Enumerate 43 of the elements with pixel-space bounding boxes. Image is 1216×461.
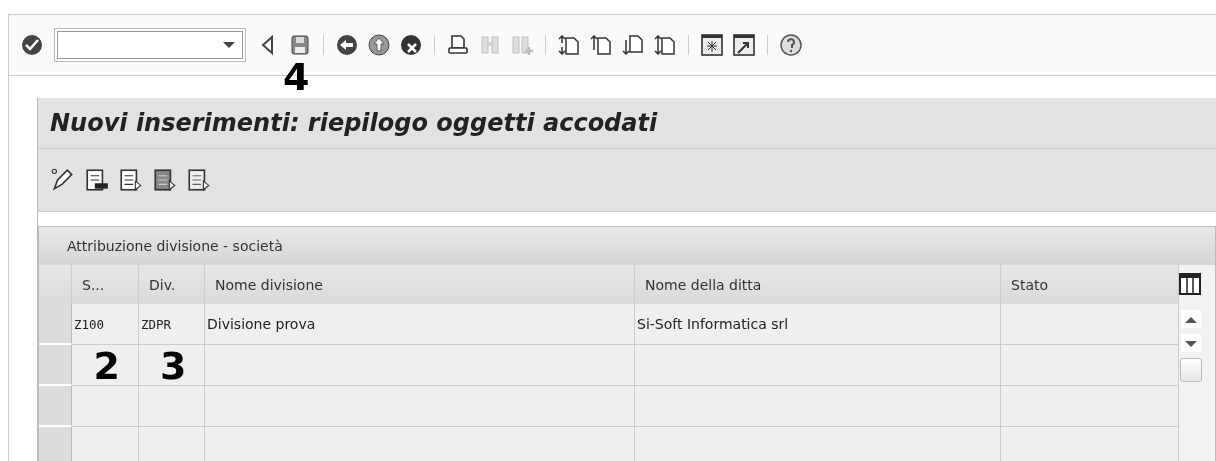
column-header[interactable]: Div. [139,265,205,304]
up-arrow-circle-button[interactable] [366,32,392,58]
up-caret-icon[interactable] [1185,315,1197,324]
left-arrow-circle-button[interactable] [334,32,360,58]
command-field[interactable] [57,31,243,59]
table-cell [72,345,139,386]
table-cell [139,345,205,386]
scroll-up-button[interactable] [1181,310,1201,328]
corner-cell [39,265,72,304]
dropdown-caret-icon[interactable] [223,41,235,49]
table-cell: Si-Soft Informatica srl [635,304,1001,345]
callout-number: 4 [283,58,310,96]
pencil-glasses-button[interactable] [50,167,76,193]
column-header[interactable]: S... [72,265,139,304]
table-cell [72,386,139,427]
list-select-button[interactable] [118,167,144,193]
page-arrows-button[interactable] [556,32,582,58]
list-detail-button[interactable] [84,167,110,193]
table-cell: Z100 [72,304,139,345]
down-caret-icon[interactable] [1185,339,1197,348]
scroll-down-button[interactable] [1181,334,1201,352]
window-star-button[interactable] [699,32,725,58]
table-cell [139,386,205,427]
scrollbar-thumb[interactable] [1180,358,1202,382]
page-arrows-button[interactable] [652,32,678,58]
page-up-arrow-button[interactable] [588,32,614,58]
column-header[interactable]: Stato [1001,265,1179,304]
list-select-button[interactable] [186,167,212,193]
column-settings-button[interactable] [1179,273,1201,295]
x-circle-button[interactable] [398,32,424,58]
enter-button[interactable] [19,32,45,58]
help-button[interactable] [778,32,804,58]
callout-number: 2 [93,347,120,385]
table-caption: Attribuzione divisione - società [39,227,1215,265]
column-header[interactable]: Nome divisione [205,265,635,304]
screen-title: Nuovi inserimenti: riepilogo oggetti accodati [50,109,658,137]
callout-number: 3 [160,347,187,385]
table-cell: Divisione prova [205,304,635,345]
list-select-button[interactable] [152,167,178,193]
table-cell: ZDPR [139,304,205,345]
column-header[interactable]: Nome della ditta [635,265,1001,304]
window-arrow-button[interactable] [731,32,757,58]
page-down-arrow-button[interactable] [620,32,646,58]
